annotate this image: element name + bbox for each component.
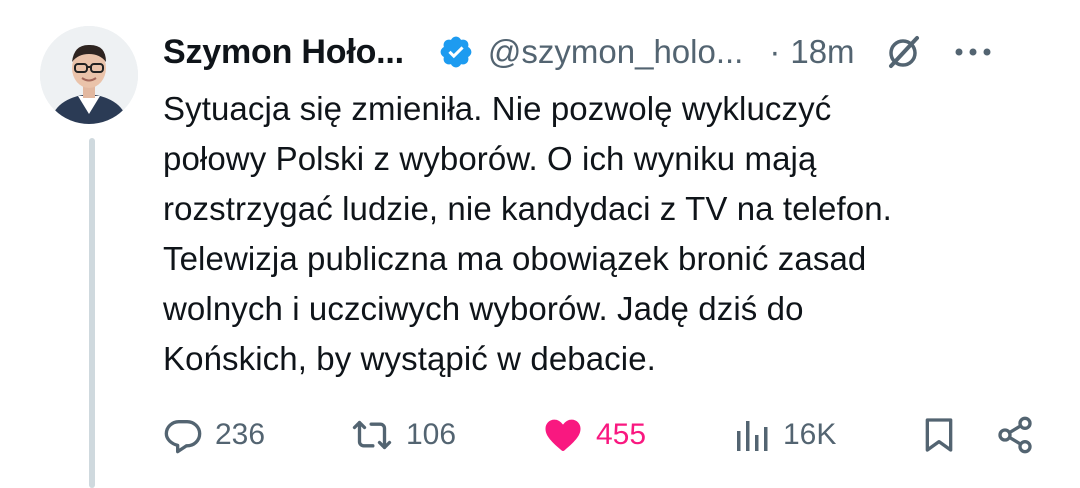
reply-icon (164, 420, 202, 454)
tweet-line: połowy Polski z wyborów. O ich wyniku ma… (163, 140, 817, 177)
tweet-line: Końskich, by wystąpić w debacie. (163, 340, 656, 377)
avatar-image (40, 26, 138, 124)
tweet-header: Szymon Hoło... @szymon_holo... · 18m (163, 28, 1043, 76)
avatar[interactable] (40, 26, 138, 124)
share-icon (998, 416, 1032, 454)
tweet-line: Telewizja publiczna ma obowiązek bronić … (163, 240, 867, 277)
repost-count: 106 (406, 418, 457, 451)
separator-dot: · (769, 33, 781, 70)
like-icon (545, 419, 581, 451)
more-icon[interactable] (953, 32, 993, 72)
views-icon (737, 421, 768, 451)
author-name[interactable]: Szymon Hoło... (163, 33, 404, 72)
repost-icon (352, 420, 392, 450)
tweet-line: wolnych i uczciwych wyborów. Jadę dziś d… (163, 290, 804, 327)
like-button[interactable]: 455 (542, 410, 646, 460)
verified-icon (438, 34, 474, 70)
reply-button[interactable]: 236 (163, 410, 265, 460)
tweet-line: rozstrzygać ludzie, nie kandydaci z TV n… (163, 190, 892, 227)
views-count: 16K (783, 418, 837, 451)
views-button[interactable]: 16K (735, 410, 836, 460)
reply-count: 236 (215, 418, 266, 451)
share-button[interactable] (995, 410, 1035, 460)
bookmark-icon (925, 418, 953, 452)
bookmark-button[interactable] (919, 410, 959, 460)
repost-button[interactable]: 106 (350, 410, 456, 460)
tweet-text: Sytuacja się zmieniła. Nie pozwolę wyklu… (163, 84, 1043, 384)
tweet-line: Sytuacja się zmieniła. Nie pozwolę wyklu… (163, 90, 832, 127)
like-count: 455 (596, 418, 647, 451)
grok-icon[interactable] (883, 32, 923, 72)
author-handle[interactable]: @szymon_holo... (488, 33, 743, 71)
timestamp[interactable]: 18m (790, 33, 854, 71)
action-bar: 236 106 455 16K (0, 410, 1080, 460)
